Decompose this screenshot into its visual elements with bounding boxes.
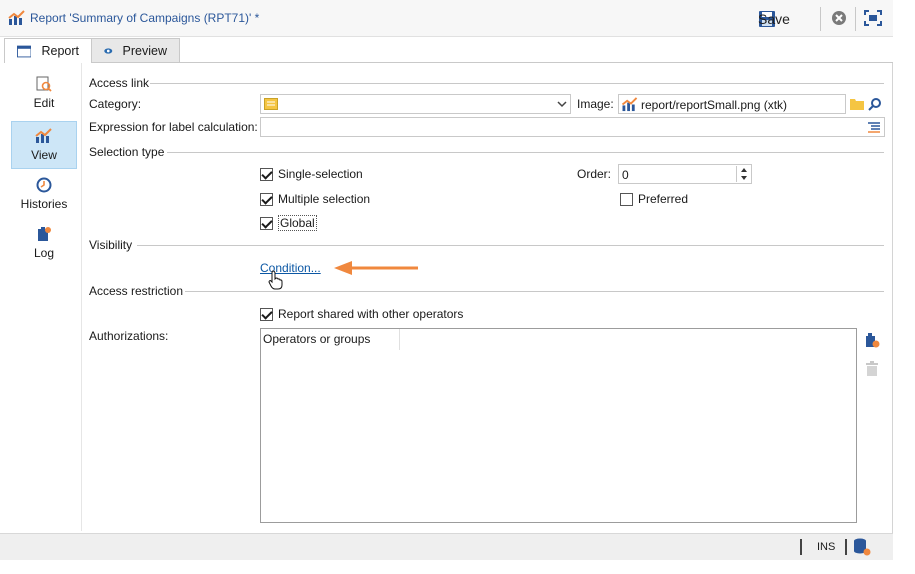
log-icon xyxy=(38,227,51,241)
chevron-down-icon[interactable] xyxy=(557,101,567,108)
report-window: Report 'Summary of Campaigns (RPT71)' * … xyxy=(0,0,893,560)
tab-preview-label: Preview xyxy=(122,43,167,58)
edit-icon xyxy=(36,76,52,92)
nav-item-log[interactable]: Log xyxy=(11,219,77,267)
insert-mode-indicator: INS xyxy=(817,541,836,553)
search-icon[interactable] xyxy=(868,97,882,111)
toolbar-separator xyxy=(855,7,856,31)
checkbox-box xyxy=(260,167,273,181)
nav-item-view-label: View xyxy=(31,148,57,162)
section-title-visibility: Visibility xyxy=(89,238,133,252)
report-shared-label: Report shared with other operators xyxy=(278,307,464,321)
section-divider xyxy=(137,245,884,246)
section-title-access-link: Access link xyxy=(89,76,150,90)
expression-field[interactable] xyxy=(260,117,885,137)
image-value: report/reportSmall.png (xtk) xyxy=(641,98,788,112)
section-title-selection-type: Selection type xyxy=(89,145,165,159)
image-field[interactable]: report/reportSmall.png (xtk) xyxy=(618,94,846,114)
image-label: Image: xyxy=(577,97,614,111)
spin-buttons[interactable] xyxy=(736,166,750,182)
hand-cursor-icon xyxy=(268,270,283,290)
preferred-checkbox[interactable]: Preferred xyxy=(620,192,688,206)
tab-report[interactable]: Report xyxy=(4,38,92,63)
nav-item-edit[interactable]: Edit xyxy=(11,69,77,117)
delete-icon[interactable] xyxy=(865,361,879,377)
folder-icon[interactable] xyxy=(850,98,864,110)
global-label: Global xyxy=(278,215,317,231)
expression-editor-icon[interactable] xyxy=(868,122,880,133)
preferred-label: Preferred xyxy=(638,192,689,206)
clock-icon xyxy=(36,177,52,193)
save-button[interactable]: Save xyxy=(758,8,790,30)
authorizations-label: Authorizations: xyxy=(89,329,169,343)
nav-item-log-label: Log xyxy=(33,246,55,260)
nav-item-view[interactable]: View xyxy=(11,121,77,169)
section-divider xyxy=(167,152,884,153)
close-icon[interactable] xyxy=(831,10,847,26)
spin-down-icon[interactable] xyxy=(737,174,751,182)
checkbox-box xyxy=(620,192,633,206)
category-combo[interactable] xyxy=(260,94,571,114)
chart-icon xyxy=(35,128,52,143)
nav-item-histories-label: Histories xyxy=(20,197,68,211)
checkbox-box xyxy=(260,307,273,321)
maximize-icon[interactable] xyxy=(864,10,882,26)
category-label: Category: xyxy=(89,97,142,111)
tab-preview[interactable]: Preview xyxy=(92,38,180,63)
global-checkbox[interactable]: Global xyxy=(260,215,317,231)
single-selection-label: Single-selection xyxy=(278,167,363,181)
report-shared-checkbox[interactable]: Report shared with other operators xyxy=(260,307,463,321)
multiple-selection-checkbox[interactable]: Multiple selection xyxy=(260,192,370,206)
section-divider xyxy=(150,83,884,84)
nav-item-edit-label: Edit xyxy=(33,96,55,110)
expression-label: Expression for label calculation: xyxy=(89,120,258,134)
order-label: Order: xyxy=(577,167,612,181)
report-chart-icon xyxy=(621,97,638,112)
authorizations-grid[interactable]: Operators or groups xyxy=(260,328,857,523)
window-title: Report 'Summary of Campaigns (RPT71)' * xyxy=(30,11,260,25)
save-button-label: Save xyxy=(758,11,790,27)
single-selection-checkbox[interactable]: Single-selection xyxy=(260,167,363,181)
status-separator xyxy=(845,539,847,555)
tab-bar: Report Preview xyxy=(0,37,893,63)
order-stepper[interactable]: 0 xyxy=(618,164,752,184)
checkbox-box xyxy=(260,192,273,206)
tab-underline xyxy=(180,62,893,63)
checkbox-box xyxy=(260,216,273,230)
nav-item-histories[interactable]: Histories xyxy=(11,170,77,218)
section-divider xyxy=(185,291,884,292)
folder-list-icon xyxy=(264,98,278,110)
toolbar-separator xyxy=(820,7,821,31)
left-nav: Edit View Histories Log xyxy=(4,63,82,531)
grid-column-header[interactable]: Operators or groups xyxy=(261,329,400,350)
status-bar: INS xyxy=(0,533,893,560)
report-tab-icon xyxy=(17,45,32,57)
arrow-annotation-icon xyxy=(334,261,418,275)
spin-up-icon[interactable] xyxy=(737,166,751,174)
multiple-selection-label: Multiple selection xyxy=(278,192,371,206)
status-separator xyxy=(800,539,802,555)
title-bar: Report 'Summary of Campaigns (RPT71)' * … xyxy=(0,0,893,37)
order-value: 0 xyxy=(622,168,629,182)
report-chart-icon xyxy=(8,10,25,25)
section-title-access-restriction: Access restriction xyxy=(89,284,184,298)
database-icon[interactable] xyxy=(853,538,871,556)
tab-report-label: Report xyxy=(41,44,79,58)
eye-icon xyxy=(104,47,113,54)
add-operator-icon[interactable] xyxy=(864,332,880,348)
